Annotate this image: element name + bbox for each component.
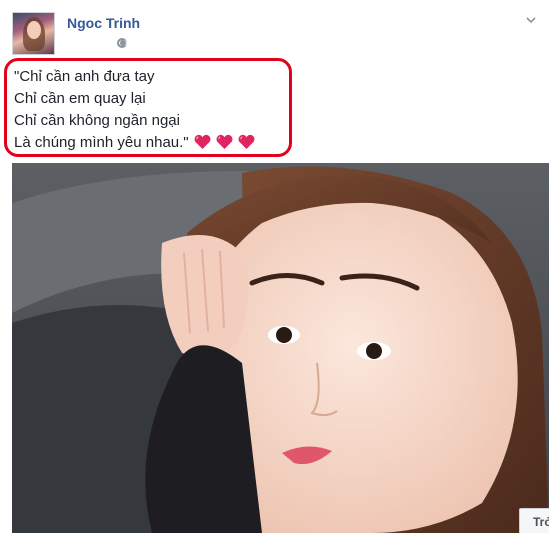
author-avatar[interactable]: [12, 12, 55, 55]
chevron-down-icon[interactable]: [525, 14, 537, 26]
post-message-highlight: "Chỉ cần anh đưa tay Chỉ cần em quay lại…: [4, 58, 292, 157]
selfie-photo-illustration: [12, 163, 549, 533]
post-header: Ngoc Trinh: [12, 12, 537, 56]
globe-icon[interactable]: [117, 38, 127, 48]
message-line: Chỉ cần em quay lại: [14, 90, 146, 107]
author-name[interactable]: Ngoc Trinh: [67, 15, 140, 31]
post-photo[interactable]: [12, 163, 549, 533]
message-line: Chỉ cần không ngần ngại: [14, 112, 180, 129]
photo-back-button[interactable]: Trở: [519, 508, 549, 533]
message-line-last: Là chúng mình yêu nhau.": [14, 132, 289, 156]
message-line-text: Là chúng mình yêu nhau.": [14, 134, 189, 151]
heart-icon: [216, 134, 233, 149]
message-line: "Chỉ cần anh đưa tay: [14, 68, 155, 85]
hearts-emoji-group: [193, 134, 255, 156]
facebook-post: Ngoc Trinh "Chỉ cần anh đưa tay Chỉ cần …: [0, 0, 549, 533]
heart-icon: [238, 134, 255, 149]
heart-icon: [194, 134, 211, 149]
